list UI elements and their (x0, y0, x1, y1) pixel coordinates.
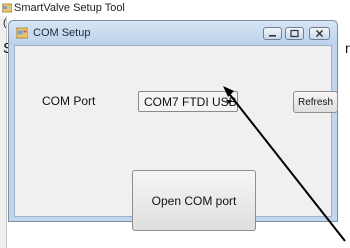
chevron-down-icon (226, 100, 232, 104)
maximize-icon (290, 29, 299, 38)
dialog-icon (16, 27, 28, 39)
com-port-label: COM Port (42, 94, 96, 108)
maximize-button[interactable] (285, 27, 304, 40)
app-icon (2, 3, 12, 13)
close-icon (315, 29, 324, 38)
app-partial-text-top: ( (3, 18, 7, 29)
refresh-button[interactable]: Refresh (293, 91, 338, 113)
app-titlebar: SmartValve Setup Tool (0, 0, 350, 16)
dialog-client-area: COM Port COM7 FTDI USB Refresh Open COM … (14, 45, 338, 231)
app-title: SmartValve Setup Tool (14, 2, 125, 14)
app-partial-text-right: n (345, 40, 350, 56)
minimize-button[interactable] (263, 27, 282, 40)
com-setup-dialog: COM Setup COM Port COM7 FTDI USB Refresh… (8, 20, 338, 231)
dialog-titlebar[interactable]: COM Setup (9, 21, 337, 45)
dialog-title: COM Setup (33, 27, 91, 39)
open-com-port-button[interactable]: Open COM port (132, 170, 256, 231)
close-button[interactable] (309, 27, 330, 40)
com-port-selected-value: COM7 FTDI USB (144, 94, 237, 109)
com-port-select[interactable]: COM7 FTDI USB (138, 91, 238, 112)
minimize-icon (269, 35, 276, 37)
